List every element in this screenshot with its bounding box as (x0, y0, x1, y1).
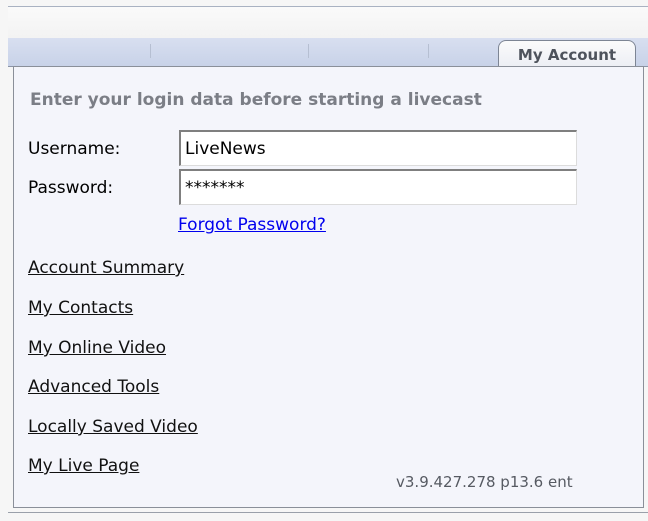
account-panel: Enter your login data before starting a … (13, 66, 644, 508)
login-heading: Enter your login data before starting a … (30, 90, 482, 110)
tab-strip-divider (308, 44, 309, 58)
tab-strip-divider (150, 44, 151, 58)
account-summary-link[interactable]: Account Summary (28, 258, 184, 278)
version-label: v3.9.427.278 p13.6 ent (396, 473, 573, 491)
tab-my-account[interactable]: My Account (498, 40, 636, 67)
username-label: Username: (28, 139, 121, 159)
my-live-page-link[interactable]: My Live Page (28, 456, 139, 476)
password-field[interactable] (179, 169, 577, 205)
bottom-divider (8, 512, 648, 513)
my-online-video-link[interactable]: My Online Video (28, 338, 166, 358)
account-window: My Account Enter your login data before … (0, 0, 648, 521)
locally-saved-video-link[interactable]: Locally Saved Video (28, 417, 198, 437)
password-label: Password: (28, 178, 114, 198)
advanced-tools-link[interactable]: Advanced Tools (28, 377, 159, 397)
top-strip (8, 6, 648, 41)
forgot-password-link[interactable]: Forgot Password? (178, 215, 326, 235)
username-field[interactable] (179, 130, 577, 166)
tab-strip-divider (428, 44, 429, 58)
my-contacts-link[interactable]: My Contacts (28, 298, 133, 318)
